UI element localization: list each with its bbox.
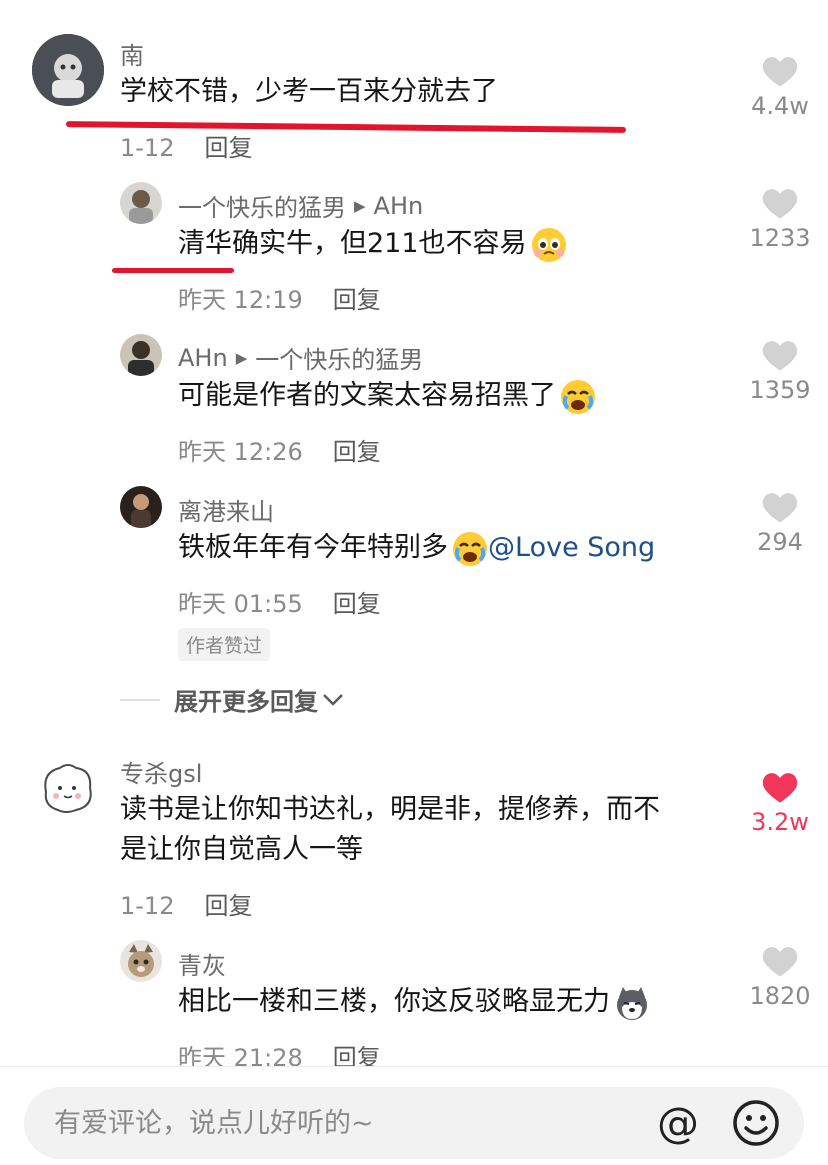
pleading-face-emoji [531, 227, 566, 262]
comment-author[interactable]: 专杀gsl [120, 754, 202, 789]
crying-face-emoji [561, 379, 595, 414]
reply-to-name[interactable]: 一个快乐的猛男 [255, 340, 423, 375]
like-button[interactable]: 1233 [735, 186, 825, 252]
reply-text: 相比一楼和三楼，你这反驳略显无力 [178, 982, 650, 1022]
reply-button[interactable]: 回复 [204, 134, 252, 162]
reply-text: 可能是作者的文案太容易招黑了 [178, 376, 596, 416]
emoji-picker-icon[interactable] [731, 1098, 781, 1148]
like-count: 1233 [749, 224, 811, 252]
author-name[interactable]: AHn [178, 344, 228, 372]
reply-date: 昨天 12:19 [178, 286, 303, 314]
reply-date: 昨天 01:55 [178, 590, 303, 618]
like-count: 294 [757, 528, 803, 556]
heart-icon [762, 189, 798, 219]
reply-date: 昨天 12:26 [178, 438, 303, 466]
comment-date: 1-12 [120, 134, 175, 162]
comment-date: 1-12 [120, 892, 175, 920]
reply-button[interactable]: 回复 [204, 892, 252, 920]
comment-text: 读书是让你知书达礼，明是非，提修养，而不 是让你自觉高人一等 [120, 790, 740, 870]
reply-author: 离港来山 [178, 492, 274, 527]
comment-meta: 1-12 回复 [120, 128, 252, 163]
author-name[interactable]: 专杀gsl [120, 754, 202, 789]
reply-text: 清华确实牛，但211也不容易 [178, 224, 567, 264]
triangle-right-icon: ▶ [235, 348, 248, 367]
heart-icon [762, 341, 798, 371]
like-button[interactable]: 3.2w [735, 770, 825, 836]
avatar[interactable] [32, 34, 104, 106]
comment-input-bar: @ [0, 1066, 828, 1165]
divider [120, 698, 160, 701]
comment-input[interactable] [54, 1101, 614, 1145]
heart-icon [762, 493, 798, 523]
comment-meta: 1-12 回复 [120, 886, 252, 921]
heart-filled-icon [762, 773, 798, 803]
heart-icon [762, 57, 798, 87]
reply-author: 一个快乐的猛男 ▶ AHn [178, 188, 423, 223]
comment-text-line: 读书是让你知书达礼，明是非，提修养，而不 [120, 794, 660, 825]
reply-to-name[interactable]: AHn [374, 192, 424, 220]
reply-author: AHn ▶ 一个快乐的猛男 [178, 340, 423, 375]
like-button[interactable]: 4.4w [735, 54, 825, 120]
like-button[interactable]: 1359 [735, 338, 825, 404]
comment-author[interactable]: 南 [120, 36, 144, 71]
author-liked-badge: 作者赞过 [178, 628, 271, 661]
avatar[interactable] [120, 334, 162, 376]
like-count: 1359 [749, 376, 811, 404]
reply-button[interactable]: 回复 [333, 438, 381, 466]
like-count: 3.2w [751, 808, 809, 836]
like-count: 4.4w [751, 92, 809, 120]
reply-author: 青灰 [178, 946, 226, 981]
author-name[interactable]: 南 [120, 36, 144, 71]
avatar[interactable] [120, 486, 162, 528]
reply-meta: 昨天 01:55 回复 [178, 584, 381, 619]
chevron-down-icon [323, 693, 343, 706]
comment-input-container[interactable]: @ [24, 1087, 804, 1159]
crying-face-emoji [453, 531, 487, 566]
comment-text-line: 是让你自觉高人一等 [120, 834, 363, 865]
comment-text: 学校不错，少考一百来分就去了 [120, 76, 498, 107]
reply-meta: 昨天 12:26 回复 [178, 432, 381, 467]
avatar[interactable] [32, 752, 104, 824]
expand-replies-label: 展开更多回复 [174, 688, 318, 716]
reply-button[interactable]: 回复 [333, 286, 381, 314]
avatar[interactable] [120, 182, 162, 224]
heart-icon [762, 947, 798, 977]
user-mention-link[interactable]: @Love Song [488, 532, 655, 563]
like-button[interactable]: 1820 [735, 944, 825, 1010]
avatar[interactable] [120, 940, 162, 982]
at-mention-icon[interactable]: @ [652, 1097, 704, 1149]
reply-text: 铁板年年有今年特别多 @Love Song [178, 528, 655, 568]
reply-button[interactable]: 回复 [333, 590, 381, 618]
reply-meta: 昨天 12:19 回复 [178, 280, 381, 315]
author-name[interactable]: 一个快乐的猛男 [178, 188, 346, 223]
author-name[interactable]: 离港来山 [178, 492, 274, 527]
husky-dog-emoji [617, 986, 647, 1020]
expand-replies-button[interactable]: 展开更多回复 [120, 682, 344, 717]
author-name[interactable]: 青灰 [178, 946, 226, 981]
like-button[interactable]: 294 [735, 490, 825, 556]
triangle-right-icon: ▶ [354, 196, 366, 215]
like-count: 1820 [749, 982, 811, 1010]
annotation-underline [112, 268, 234, 273]
